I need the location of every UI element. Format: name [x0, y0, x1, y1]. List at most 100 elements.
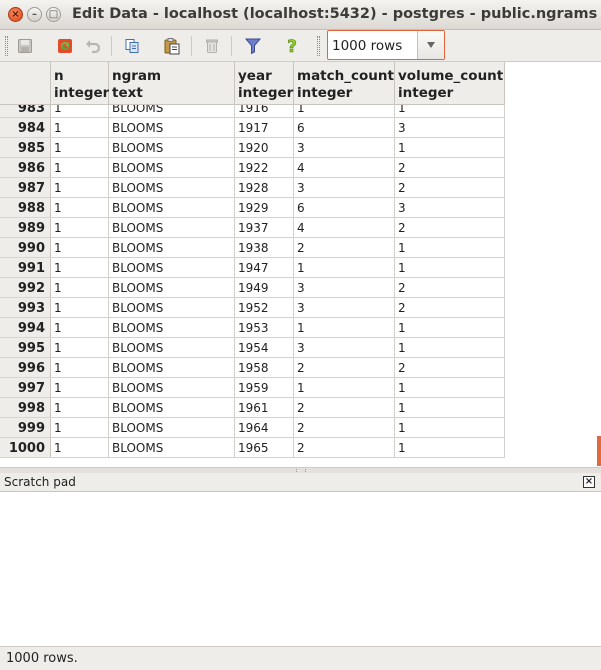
cell-volume-count[interactable]: 2	[395, 358, 505, 378]
row-number[interactable]: 993	[0, 298, 51, 318]
column-header-ngram[interactable]: ngram text	[109, 62, 235, 105]
vertical-scrollbar[interactable]	[597, 436, 601, 466]
help-icon[interactable]: ?	[281, 35, 303, 57]
cell-volume-count[interactable]: 2	[395, 278, 505, 298]
row-number[interactable]: 987	[0, 178, 51, 198]
cell-match-count[interactable]: 2	[294, 398, 395, 418]
cell-n[interactable]: 1	[51, 158, 109, 178]
cell-n[interactable]: 1	[51, 258, 109, 278]
cell-ngram[interactable]: BLOOMS	[109, 198, 235, 218]
maximize-window-button[interactable]: □	[46, 7, 61, 22]
cell-year[interactable]: 1949	[235, 278, 294, 298]
cell-ngram[interactable]: BLOOMS	[109, 178, 235, 198]
cell-volume-count[interactable]: 1	[395, 418, 505, 438]
cell-match-count[interactable]: 3	[294, 138, 395, 158]
cell-year[interactable]: 1917	[235, 118, 294, 138]
cell-n[interactable]: 1	[51, 338, 109, 358]
copy-icon[interactable]	[121, 35, 143, 57]
minimize-window-button[interactable]: –	[27, 7, 42, 22]
undo-icon[interactable]	[82, 35, 104, 57]
cell-n[interactable]: 1	[51, 218, 109, 238]
cell-n[interactable]: 1	[51, 378, 109, 398]
cell-volume-count[interactable]: 1	[395, 338, 505, 358]
cell-match-count[interactable]: 3	[294, 298, 395, 318]
cell-year[interactable]: 1965	[235, 438, 294, 458]
paste-icon[interactable]	[161, 35, 183, 57]
cell-year[interactable]: 1961	[235, 398, 294, 418]
row-number[interactable]: 994	[0, 318, 51, 338]
row-number[interactable]: 997	[0, 378, 51, 398]
cell-match-count[interactable]: 1	[294, 378, 395, 398]
cell-volume-count[interactable]: 1	[395, 438, 505, 458]
row-number[interactable]: 988	[0, 198, 51, 218]
refresh-icon[interactable]	[54, 35, 76, 57]
cell-volume-count[interactable]: 2	[395, 218, 505, 238]
cell-year[interactable]: 1959	[235, 378, 294, 398]
cell-match-count[interactable]: 2	[294, 418, 395, 438]
cell-ngram[interactable]: BLOOMS	[109, 138, 235, 158]
cell-volume-count[interactable]: 1	[395, 238, 505, 258]
column-header-year[interactable]: year integer	[235, 62, 294, 105]
filter-icon[interactable]	[242, 35, 264, 57]
cell-year[interactable]: 1929	[235, 198, 294, 218]
row-limit-select[interactable]: 1000 rows	[327, 30, 445, 60]
cell-n[interactable]: 1	[51, 278, 109, 298]
cell-volume-count[interactable]: 1	[395, 398, 505, 418]
cell-year[interactable]: 1947	[235, 258, 294, 278]
dropdown-arrow-icon[interactable]	[417, 31, 444, 59]
cell-match-count[interactable]: 6	[294, 118, 395, 138]
cell-year[interactable]: 1954	[235, 338, 294, 358]
cell-year[interactable]: 1928	[235, 178, 294, 198]
cell-ngram[interactable]: BLOOMS	[109, 158, 235, 178]
cell-year[interactable]: 1958	[235, 358, 294, 378]
data-grid[interactable]: 1 2 1965 BLOOMS 1 1000 1 2 1964 BLOOMS 1 999 1 2 1961 B…	[0, 62, 601, 467]
cell-match-count[interactable]: 3	[294, 178, 395, 198]
cell-volume-count[interactable]: 3	[395, 118, 505, 138]
cell-match-count[interactable]: 2	[294, 238, 395, 258]
cell-match-count[interactable]: 3	[294, 278, 395, 298]
splitter-grip[interactable]	[296, 469, 306, 472]
row-number[interactable]: 996	[0, 358, 51, 378]
cell-year[interactable]: 1938	[235, 238, 294, 258]
close-scratch-pad-icon[interactable]: ×	[583, 476, 595, 488]
cell-n[interactable]: 1	[51, 418, 109, 438]
cell-year[interactable]: 1952	[235, 298, 294, 318]
save-icon[interactable]	[14, 35, 36, 57]
cell-match-count[interactable]: 6	[294, 198, 395, 218]
cell-ngram[interactable]: BLOOMS	[109, 318, 235, 338]
cell-n[interactable]: 1	[51, 238, 109, 258]
row-number[interactable]: 991	[0, 258, 51, 278]
column-header-volume-count[interactable]: volume_count integer	[395, 62, 505, 105]
cell-year[interactable]: 1964	[235, 418, 294, 438]
cell-match-count[interactable]: 4	[294, 218, 395, 238]
cell-n[interactable]: 1	[51, 198, 109, 218]
row-number[interactable]: 999	[0, 418, 51, 438]
row-number[interactable]: 998	[0, 398, 51, 418]
scratch-pad-textarea[interactable]	[0, 492, 601, 647]
cell-ngram[interactable]: BLOOMS	[109, 438, 235, 458]
cell-volume-count[interactable]: 1	[395, 318, 505, 338]
row-number[interactable]: 1000	[0, 438, 51, 458]
delete-icon[interactable]	[201, 35, 223, 57]
cell-volume-count[interactable]: 2	[395, 158, 505, 178]
cell-volume-count[interactable]: 1	[395, 138, 505, 158]
cell-year[interactable]: 1920	[235, 138, 294, 158]
row-number[interactable]: 985	[0, 138, 51, 158]
cell-ngram[interactable]: BLOOMS	[109, 358, 235, 378]
cell-n[interactable]: 1	[51, 358, 109, 378]
row-number[interactable]: 989	[0, 218, 51, 238]
cell-volume-count[interactable]: 2	[395, 178, 505, 198]
row-number[interactable]: 995	[0, 338, 51, 358]
row-number[interactable]: 984	[0, 118, 51, 138]
cell-ngram[interactable]: BLOOMS	[109, 418, 235, 438]
cell-match-count[interactable]: 1	[294, 258, 395, 278]
row-number[interactable]: 990	[0, 238, 51, 258]
cell-year[interactable]: 1937	[235, 218, 294, 238]
cell-ngram[interactable]: BLOOMS	[109, 298, 235, 318]
cell-volume-count[interactable]: 1	[395, 258, 505, 278]
cell-ngram[interactable]: BLOOMS	[109, 118, 235, 138]
grid-corner[interactable]	[0, 62, 51, 105]
cell-n[interactable]: 1	[51, 298, 109, 318]
cell-n[interactable]: 1	[51, 178, 109, 198]
cell-ngram[interactable]: BLOOMS	[109, 258, 235, 278]
